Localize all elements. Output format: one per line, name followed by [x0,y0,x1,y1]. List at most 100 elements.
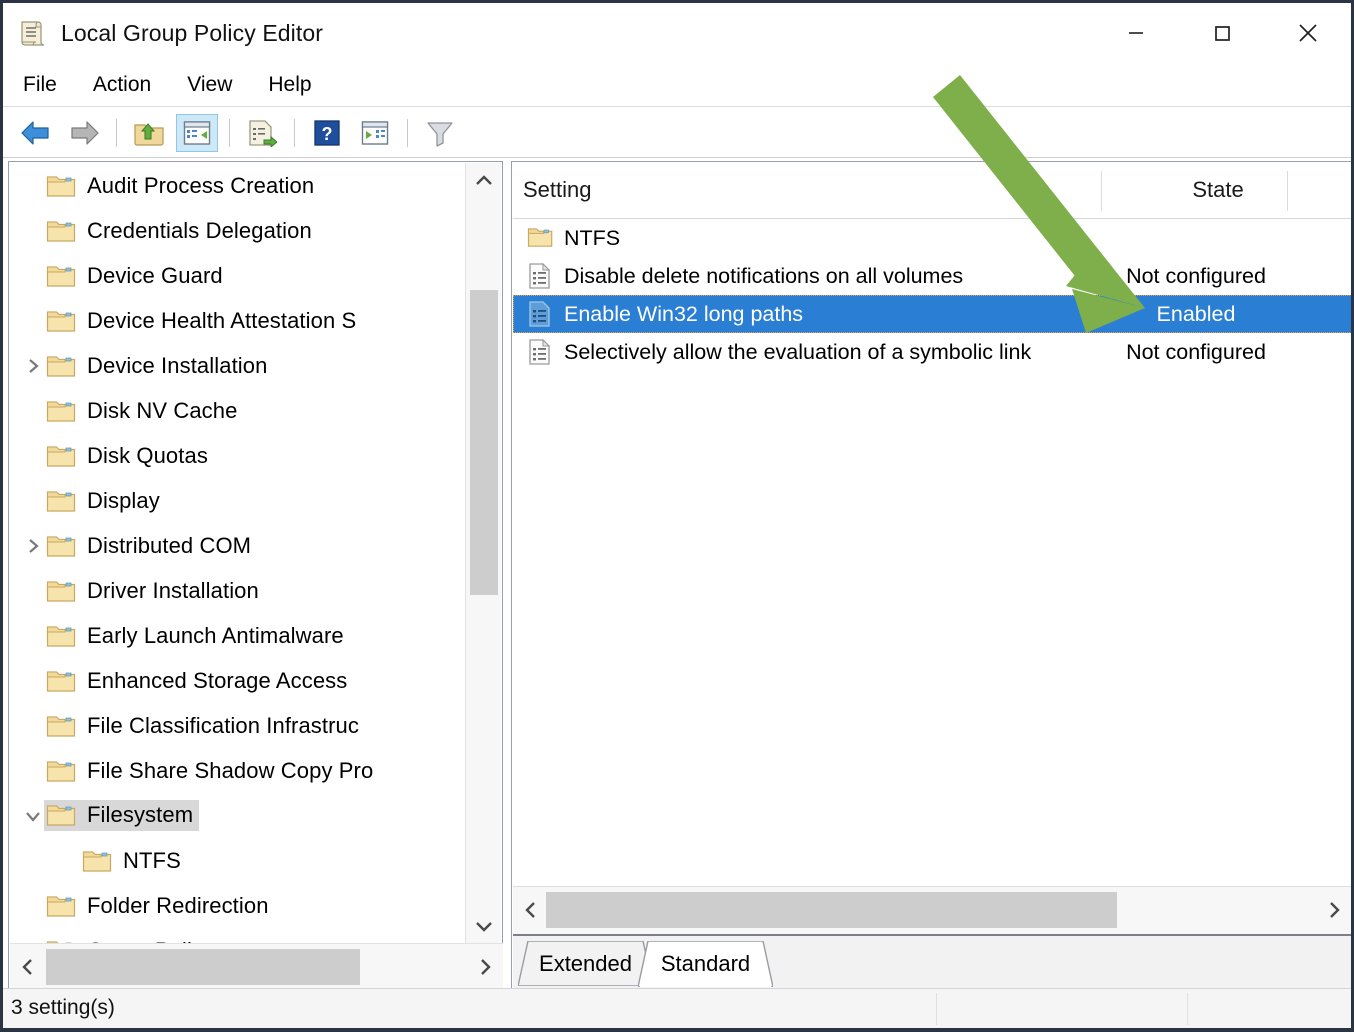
tree-item[interactable]: Device Installation [10,343,465,388]
folder-icon [46,580,76,602]
maximize-button[interactable] [1179,3,1265,63]
show-hide-console-tree-icon [183,120,211,145]
up-one-level-button[interactable] [128,114,170,152]
back-button[interactable] [15,114,57,152]
folder-icon [46,445,76,467]
tree-scroll-thumb[interactable] [470,290,498,595]
list-scroll-right-button[interactable] [1316,887,1351,933]
tree-item[interactable]: Display [10,478,465,523]
tree-item-label: File Classification Infrastruc [87,712,359,738]
back-icon [21,120,49,145]
folder-icon [46,670,76,692]
tree-item-label: File Share Shadow Copy Pro [87,757,374,783]
console-tree-pane: Audit Process Creation Credentials Delega… [8,161,503,993]
tree-item-label: Device Health Attestation S [87,307,357,333]
column-divider-2[interactable] [1287,171,1288,211]
tab-standard[interactable]: Standard [638,941,773,987]
close-button[interactable] [1265,3,1351,63]
tree-item[interactable]: Device Guard [10,253,465,298]
chevron-right-icon[interactable] [20,537,46,555]
minimize-button[interactable] [1093,3,1179,63]
maximize-icon [1215,26,1230,41]
chevron-up-icon [475,175,492,185]
tab-extended[interactable]: Extended [518,941,653,986]
tree-item[interactable]: Disk Quotas [10,433,465,478]
filter-icon [427,121,453,147]
tree-item-content: Device Health Attestation S [46,308,356,334]
tree-item[interactable]: Group Policy [10,928,465,944]
status-divider-1 [936,993,937,1025]
column-divider-1[interactable] [1101,171,1102,211]
list-row[interactable]: Selectively allow the evaluation of a sy… [513,333,1351,371]
list-row[interactable]: NTFS [513,219,1351,257]
tree-item-label: Folder Redirection [87,892,269,918]
forward-icon [71,120,99,145]
tree-vertical-scrollbar[interactable] [465,163,501,944]
column-header-state[interactable]: State [1158,177,1278,203]
export-list-button[interactable] [241,114,283,152]
tree-item[interactable]: Early Launch Antimalware [10,613,465,658]
export-list-icon [249,119,277,147]
scroll-down-button[interactable] [466,908,501,944]
tree-item[interactable]: Enhanced Storage Access [10,658,465,703]
title-bar: Local Group Policy Editor [3,3,1351,63]
tree-item-label: Audit Process Creation [87,172,315,198]
list-column-header: Setting State [513,163,1351,219]
folder-icon [46,490,76,512]
close-icon [1299,24,1317,42]
help-button[interactable]: ? [306,114,348,152]
list-row-state: Not configured [1126,263,1266,288]
tree-item-content: Distributed COM [46,533,251,559]
folder-icon [82,850,112,872]
scroll-up-button[interactable] [466,163,501,199]
tree-item[interactable]: NTFS [10,838,465,883]
tree-item-label: Distributed COM [87,532,252,558]
policy-tree[interactable]: Audit Process Creation Credentials Delega… [10,163,465,944]
tree-item-label: Display [87,487,160,513]
folder-icon [46,760,76,782]
list-row-setting-name: NTFS [564,225,621,250]
chevron-down-icon[interactable] [20,807,46,825]
svg-text:?: ? [322,124,333,144]
tree-item[interactable]: Device Health Attestation S [10,298,465,343]
list-row[interactable]: Disable delete notifications on all volu… [513,257,1351,295]
show-hide-action-pane-icon [361,120,389,145]
column-header-setting[interactable]: Setting [523,177,592,203]
scroll-right-button[interactable] [467,944,503,990]
tree-item-label: Credentials Delegation [87,217,312,243]
show-hide-action-pane-button[interactable] [354,114,396,152]
tree-item-content: Audit Process Creation [46,173,314,199]
menu-file[interactable]: File [7,71,73,99]
show-hide-console-tree-button[interactable] [176,113,218,152]
list-horizontal-scrollbar[interactable] [513,886,1351,934]
scroll-left-button[interactable] [10,944,46,990]
folder-icon [46,175,76,197]
chevron-right-icon[interactable] [20,357,46,375]
tree-item[interactable]: Disk NV Cache [10,388,465,433]
tree-horizontal-scrollbar[interactable] [10,943,503,991]
list-row-setting-name: Selectively allow the evaluation of a sy… [564,339,1032,364]
menu-help[interactable]: Help [252,71,327,99]
forward-button[interactable] [63,114,105,152]
filter-button[interactable] [419,114,461,152]
list-row[interactable]: Enable Win32 long paths Enabled [513,295,1351,333]
list-hscroll-thumb[interactable] [546,892,1117,928]
tree-item[interactable]: Credentials Delegation [10,208,465,253]
tree-item[interactable]: File Share Shadow Copy Pro [10,748,465,793]
tree-item[interactable]: Distributed COM [10,523,465,568]
status-text: 3 setting(s) [11,996,115,1019]
tree-item[interactable]: Folder Redirection [10,883,465,928]
tree-item-label: Enhanced Storage Access [87,667,348,693]
folder-icon [46,220,76,242]
tree-item[interactable]: Audit Process Creation [10,163,465,208]
tree-item[interactable]: Filesystem [10,793,465,838]
settings-list[interactable]: NTFS Disable delete notifications on all … [513,219,1351,911]
list-scroll-left-button[interactable] [513,887,549,933]
tree-hscroll-thumb[interactable] [46,949,360,985]
tree-item-content: NTFS [82,848,181,874]
tree-item[interactable]: File Classification Infrastruc [10,703,465,748]
tree-item-label: Disk Quotas [87,442,208,468]
menu-action[interactable]: Action [77,71,167,99]
menu-view[interactable]: View [171,71,248,99]
tree-item[interactable]: Driver Installation [10,568,465,613]
